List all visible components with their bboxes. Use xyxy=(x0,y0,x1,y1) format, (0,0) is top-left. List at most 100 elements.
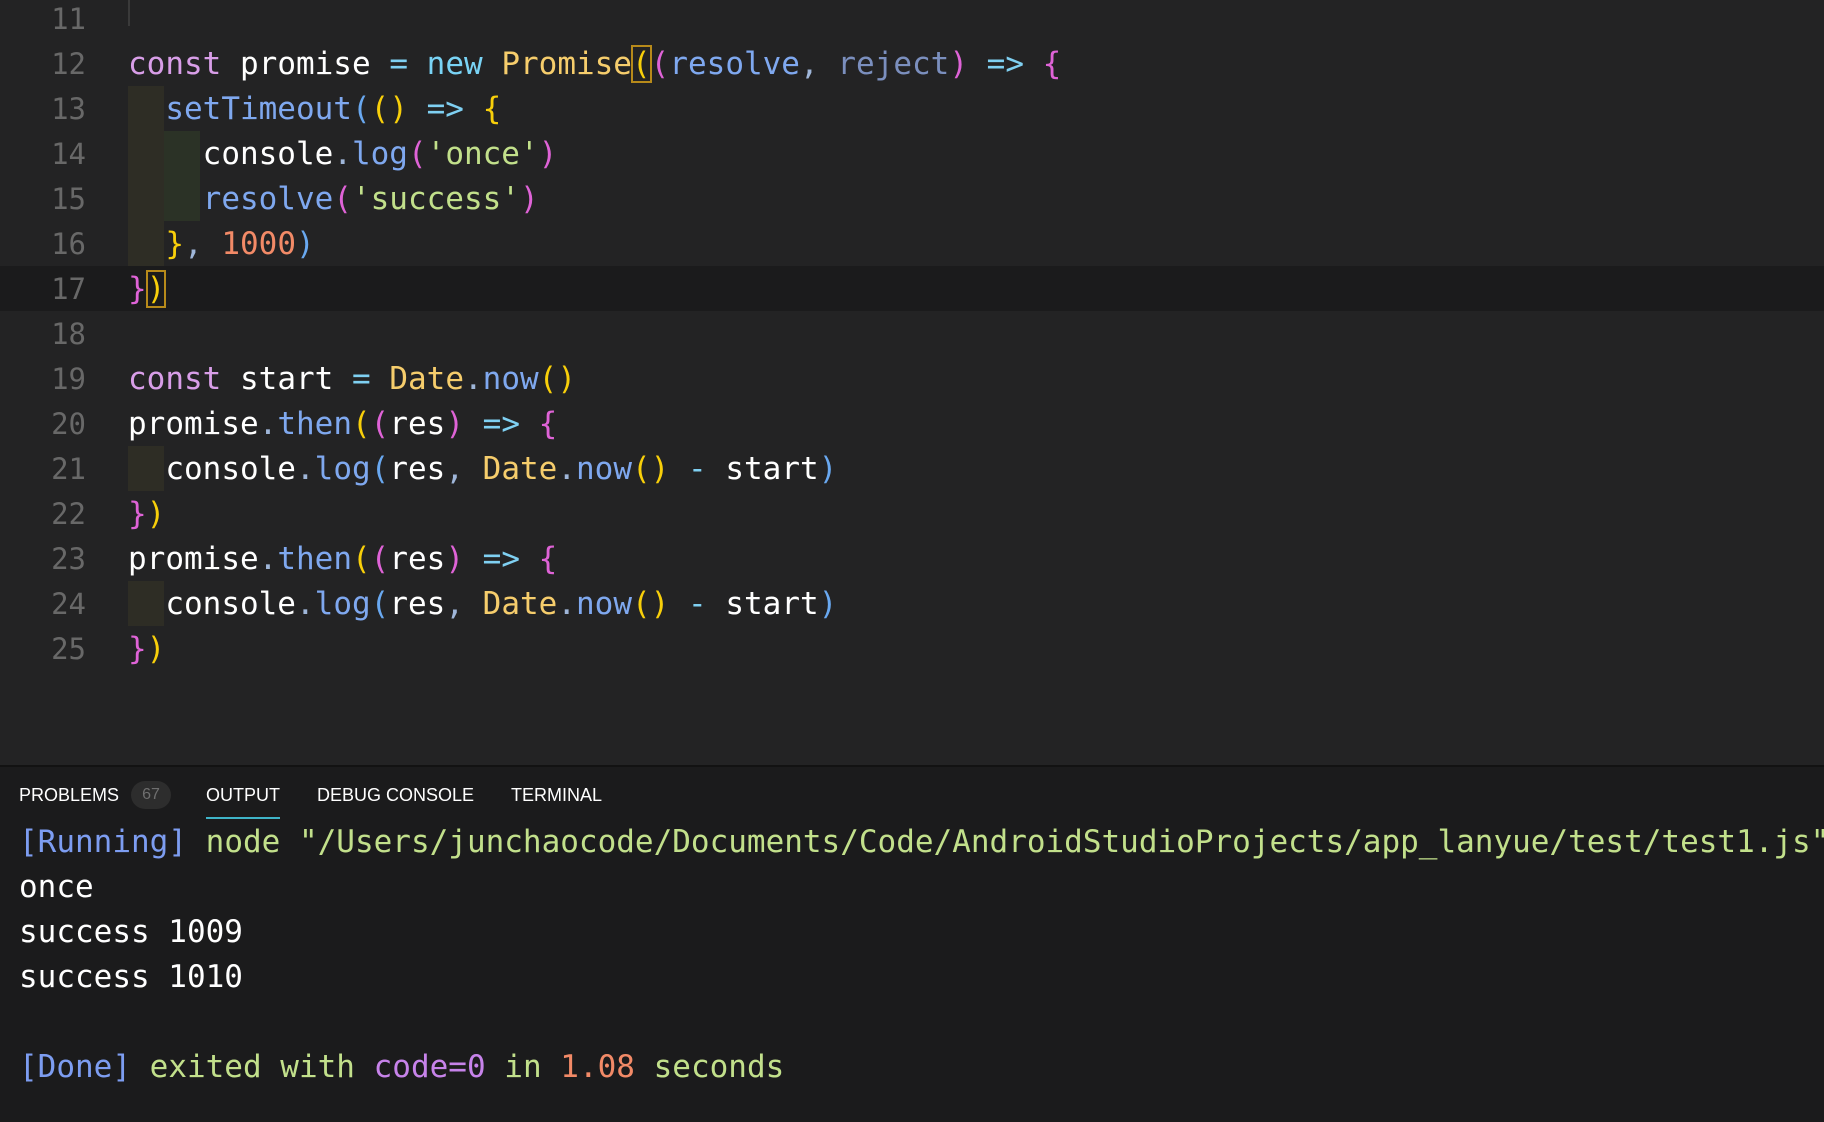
code-token: { xyxy=(538,541,558,577)
code-token: ) xyxy=(519,181,539,217)
code-token: ) xyxy=(818,586,838,622)
code-line[interactable]: 21 console.log(res, Date.now() - start) xyxy=(0,446,1824,491)
code-line[interactable]: 18 xyxy=(0,311,1824,356)
code-token: promise xyxy=(221,46,390,82)
code-token: Date xyxy=(482,586,558,622)
code-token: now xyxy=(576,451,632,487)
code-token: ( xyxy=(407,136,427,172)
code-token: start xyxy=(221,361,352,397)
running-tag: [Running] xyxy=(19,824,187,860)
tab-problems[interactable]: PROBLEMS xyxy=(19,782,119,808)
code-line[interactable]: 19 const start = Date.now() xyxy=(0,356,1824,401)
tab-problems-label: PROBLEMS xyxy=(19,785,120,805)
line-number: 18 xyxy=(51,317,86,351)
code-line[interactable]: 16 }, 1000) xyxy=(0,221,1824,266)
code-token: start xyxy=(706,451,819,487)
tab-terminal[interactable]: TERMINAL xyxy=(511,782,602,808)
code-token: => xyxy=(482,541,520,577)
code-text: promise.then((res) => { xyxy=(128,540,557,578)
code-token: ) xyxy=(538,136,558,172)
code-token: - xyxy=(688,586,707,622)
code-text: console.log(res, Date.now() - start) xyxy=(128,450,837,488)
tab-output[interactable]: OUTPUT xyxy=(206,782,280,819)
code-token: . xyxy=(557,451,576,487)
code-token: . xyxy=(463,361,483,397)
code-token: now xyxy=(482,361,539,397)
code-line[interactable]: 15 resolve('success') xyxy=(0,176,1824,221)
line-number: 12 xyxy=(51,47,86,81)
code-token: then xyxy=(277,406,352,442)
code-line[interactable]: 11 xyxy=(0,0,1824,41)
output-done-line: [Done] exited with code=0 in 1.08 second… xyxy=(19,1048,784,1086)
code-line[interactable]: 12 const promise = new Promise((resolve, … xyxy=(0,41,1824,86)
bottom-panel: PROBLEMS 67 OUTPUT DEBUG CONSOLE TERMINA… xyxy=(0,765,1824,1122)
code-line[interactable]: 23 promise.then((res) => { xyxy=(0,536,1824,581)
code-token: , xyxy=(799,46,819,82)
code-token: log xyxy=(314,586,371,622)
code-token: ( xyxy=(351,406,371,442)
code-token: . xyxy=(295,586,315,622)
tab-debug-console[interactable]: DEBUG CONSOLE xyxy=(317,782,474,808)
line-number: 24 xyxy=(51,587,86,621)
run-command: node "/Users/junchaocode/Documents/Code/… xyxy=(205,824,1824,860)
line-number: 17 xyxy=(51,272,86,306)
code-text: promise.then((res) => { xyxy=(128,405,557,443)
line-number: 15 xyxy=(51,182,86,216)
code-token: setTimeout xyxy=(165,91,352,127)
line-number: 16 xyxy=(51,227,86,261)
code-token: . xyxy=(333,136,352,172)
code-line[interactable]: 24 console.log(res, Date.now() - start) xyxy=(0,581,1824,626)
code-token: ) xyxy=(146,631,166,667)
code-token: () xyxy=(538,361,576,397)
code-token: ( xyxy=(370,451,390,487)
line-number: 11 xyxy=(51,2,86,36)
code-token: ( xyxy=(351,91,371,127)
code-token: => xyxy=(482,406,520,442)
code-token: ) xyxy=(296,226,315,262)
code-line[interactable]: 25}) xyxy=(0,626,1824,671)
line-number: 13 xyxy=(51,92,86,126)
code-token: = xyxy=(351,361,371,397)
code-line[interactable]: 13 setTimeout(() => { xyxy=(0,86,1824,131)
code-text: }, 1000) xyxy=(128,225,315,263)
code-line[interactable]: 20 promise.then((res) => { xyxy=(0,401,1824,446)
code-token: { xyxy=(538,406,558,442)
code-token: resolve xyxy=(202,181,334,217)
code-token: const xyxy=(128,46,222,82)
code-token: console xyxy=(128,451,296,487)
output-line: success 1009 xyxy=(19,914,243,950)
code-token: ( xyxy=(631,45,652,83)
line-number: 22 xyxy=(51,497,86,531)
code-token: = xyxy=(389,46,408,82)
code-token: ( xyxy=(333,181,352,217)
code-line[interactable]: 17}) xyxy=(0,266,1824,311)
code-token: . xyxy=(557,586,576,622)
done-text-3: seconds xyxy=(653,1049,785,1085)
code-token: , xyxy=(445,451,464,487)
code-token: console xyxy=(128,136,334,172)
code-token: , xyxy=(184,226,203,262)
code-token: - xyxy=(688,451,707,487)
code-token: ) xyxy=(818,451,838,487)
exit-code: code=0 xyxy=(373,1049,486,1085)
code-text: resolve('success') xyxy=(128,180,539,218)
code-token: ) xyxy=(445,406,464,442)
code-editor[interactable]: 11 12 const promise = new Promise((resolve… xyxy=(0,0,1824,765)
tab-output-label: OUTPUT xyxy=(206,785,280,805)
code-line[interactable]: 14 console.log('once') xyxy=(0,131,1824,176)
indent-guide xyxy=(128,0,130,26)
code-token: now xyxy=(576,586,632,622)
code-token: ) xyxy=(146,496,166,532)
code-line[interactable]: 22}) xyxy=(0,491,1824,536)
